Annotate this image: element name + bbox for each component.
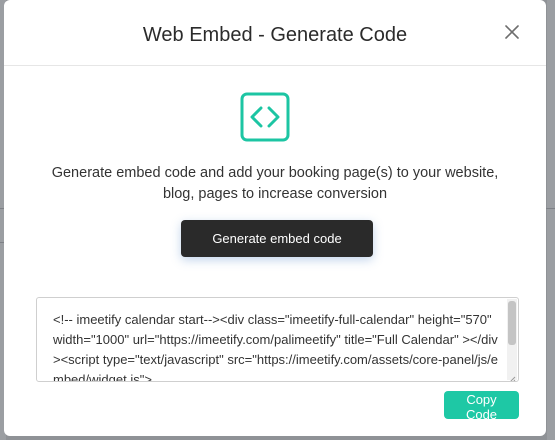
modal-title: Web Embed - Generate Code	[142, 24, 408, 46]
code-brackets-icon	[240, 92, 290, 142]
textarea-scrollbar[interactable]	[507, 299, 517, 380]
web-embed-modal: Web Embed - Generate Code Generate embed…	[4, 0, 546, 436]
background-divider	[546, 208, 555, 209]
copy-code-button[interactable]: Copy Code	[444, 391, 519, 422]
generate-embed-code-button[interactable]: Generate embed code	[181, 220, 373, 257]
modal-header: Web Embed - Generate Code	[4, 0, 546, 66]
resize-handle-icon[interactable]	[508, 371, 516, 381]
embed-code-text[interactable]: <!-- imeetify calendar start--><div clas…	[53, 310, 503, 381]
textarea-scroll-thumb[interactable]	[508, 301, 516, 345]
close-icon[interactable]	[502, 22, 522, 42]
embed-code-textarea[interactable]: <!-- imeetify calendar start--><div clas…	[36, 297, 519, 382]
background-page-right	[547, 0, 555, 440]
embed-description: Generate embed code and add your booking…	[51, 165, 499, 202]
